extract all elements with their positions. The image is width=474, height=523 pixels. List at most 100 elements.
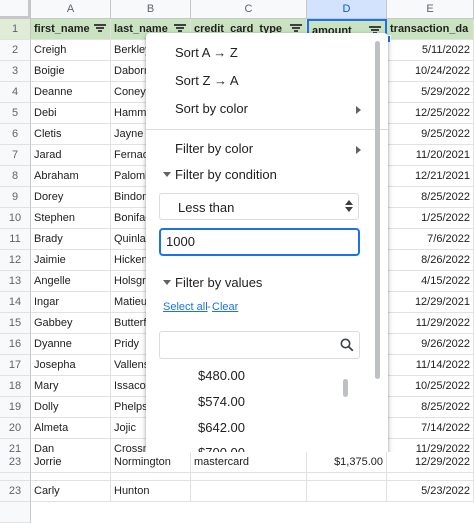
cell-first-name[interactable]: Gabbey bbox=[31, 313, 111, 334]
filter-icon[interactable] bbox=[94, 23, 106, 35]
menu-divider bbox=[146, 129, 388, 130]
cell-transaction-date[interactable]: 5/29/2022 bbox=[387, 82, 474, 103]
value-option[interactable]: $642.00 bbox=[198, 420, 245, 435]
cell-transaction-date[interactable]: 11/29/2022 bbox=[387, 439, 474, 460]
cell-first-name[interactable]: Gare bbox=[31, 460, 111, 481]
row-header[interactable]: 2 bbox=[0, 40, 31, 61]
cell-transaction-date[interactable]: 11/20/2021 bbox=[387, 145, 474, 166]
cell-transaction-date[interactable]: 12/21/2021 bbox=[387, 166, 474, 187]
sort-z-a-item[interactable]: Sort Z → A bbox=[175, 73, 239, 88]
cell-transaction-date[interactable]: 7/14/2022 bbox=[387, 418, 474, 439]
cell-first-name[interactable]: Creigh bbox=[31, 40, 111, 61]
filter-by-color-item[interactable]: Filter by color bbox=[175, 141, 253, 156]
sort-a-z-item[interactable]: Sort A → Z bbox=[175, 45, 238, 60]
cell-first-name[interactable]: Almeta bbox=[31, 418, 111, 439]
clear-link[interactable]: Clear bbox=[212, 301, 238, 313]
condition-value-input[interactable]: 1000 bbox=[159, 228, 360, 256]
row-header[interactable] bbox=[0, 502, 31, 523]
sort-by-color-item[interactable]: Sort by color bbox=[175, 101, 248, 116]
cell-first-name[interactable]: Ingar bbox=[31, 292, 111, 313]
cell-transaction-date[interactable]: 10/25/2022 bbox=[387, 376, 474, 397]
cell-credit-card-type[interactable] bbox=[191, 481, 307, 502]
cell-transaction-date[interactable]: 5/23/2022 bbox=[387, 481, 474, 502]
row-header[interactable]: 13 bbox=[0, 271, 31, 292]
cell-first-name[interactable]: Josepha bbox=[31, 355, 111, 376]
value-option[interactable]: $700.00 bbox=[198, 445, 245, 460]
row-header[interactable]: 20 bbox=[0, 418, 31, 439]
cell-amount[interactable] bbox=[307, 481, 387, 502]
cell-first-name[interactable]: Debi bbox=[31, 103, 111, 124]
row-header[interactable]: 16 bbox=[0, 334, 31, 355]
row-header[interactable]: 4 bbox=[0, 82, 31, 103]
header-cell-first-name[interactable]: first_name bbox=[31, 19, 111, 40]
cell-transaction-date[interactable]: 9/25/2022 bbox=[387, 124, 474, 145]
cell-first-name[interactable]: Dolly bbox=[31, 397, 111, 418]
chevron-right-icon bbox=[356, 106, 361, 114]
select-all-corner[interactable] bbox=[0, 0, 31, 19]
filter-menu: Sort A → Z Sort Z → A Sort by color Filt… bbox=[146, 33, 388, 465]
column-header[interactable]: C bbox=[191, 0, 307, 19]
value-option[interactable]: $480.00 bbox=[198, 368, 245, 383]
row-header[interactable]: 10 bbox=[0, 208, 31, 229]
cell-last-name[interactable]: Hunton bbox=[111, 481, 191, 502]
row-header[interactable]: 8 bbox=[0, 166, 31, 187]
row-header[interactable]: 3 bbox=[0, 61, 31, 82]
cell-transaction-date[interactable]: 9/26/2022 bbox=[387, 334, 474, 355]
column-header[interactable]: D bbox=[307, 0, 387, 19]
row-header[interactable]: 23 bbox=[0, 481, 31, 502]
cell-transaction-date[interactable]: 11/29/2022 bbox=[387, 313, 474, 334]
condition-select[interactable]: Less than bbox=[159, 193, 359, 220]
cell-transaction-date[interactable]: 8/25/2022 bbox=[387, 397, 474, 418]
row-header[interactable]: 18 bbox=[0, 376, 31, 397]
cell-first-name[interactable]: Boigie bbox=[31, 61, 111, 82]
cell-transaction-date[interactable]: 10/25/2022 bbox=[387, 460, 474, 481]
row-header[interactable]: 19 bbox=[0, 397, 31, 418]
row-header[interactable]: 12 bbox=[0, 250, 31, 271]
filter-by-values-toggle[interactable]: Filter by values bbox=[175, 275, 262, 290]
cell-transaction-date[interactable]: 11/14/2022 bbox=[387, 355, 474, 376]
select-all-link[interactable]: Select all bbox=[163, 301, 208, 313]
cell-first-name[interactable]: Jarad bbox=[31, 145, 111, 166]
cell-first-name[interactable]: Angelle bbox=[31, 271, 111, 292]
row-header[interactable]: 17 bbox=[0, 355, 31, 376]
cell-first-name[interactable]: Mary bbox=[31, 376, 111, 397]
column-header[interactable]: A bbox=[31, 0, 111, 19]
cell-first-name[interactable]: Abraham bbox=[31, 166, 111, 187]
row-header[interactable]: 5 bbox=[0, 103, 31, 124]
cell-transaction-date[interactable]: 12/29/2021 bbox=[387, 292, 474, 313]
cell-transaction-date[interactable]: 8/25/2022 bbox=[387, 187, 474, 208]
cell-first-name[interactable]: Jaimie bbox=[31, 250, 111, 271]
cell-first-name[interactable]: Dyanne bbox=[31, 334, 111, 355]
header-cell-transaction-date[interactable]: transaction_da bbox=[387, 19, 474, 40]
cell-first-name[interactable]: Carly bbox=[31, 481, 111, 502]
values-search-input[interactable] bbox=[159, 331, 360, 359]
cell-first-name[interactable]: Dorey bbox=[31, 187, 111, 208]
row-header[interactable]: 9 bbox=[0, 187, 31, 208]
cell-transaction-date[interactable]: 8/26/2022 bbox=[387, 250, 474, 271]
cell-first-name[interactable]: Brady bbox=[31, 229, 111, 250]
row-header[interactable]: 7 bbox=[0, 145, 31, 166]
cell-first-name[interactable]: Cletis bbox=[31, 124, 111, 145]
column-header[interactable]: E bbox=[387, 0, 474, 19]
cell-first-name[interactable]: Deanne bbox=[31, 82, 111, 103]
cell-transaction-date[interactable]: 7/6/2022 bbox=[387, 229, 474, 250]
cell-transaction-date[interactable]: 1/25/2022 bbox=[387, 208, 474, 229]
row-header[interactable]: 23 bbox=[0, 452, 31, 473]
cell-transaction-date[interactable]: 10/24/2022 bbox=[387, 61, 474, 82]
values-scrollbar[interactable] bbox=[343, 379, 348, 397]
cell-first-name[interactable]: Dan bbox=[31, 439, 111, 460]
cell-transaction-date[interactable]: 4/15/2022 bbox=[387, 271, 474, 292]
cell-transaction-date[interactable]: 5/11/2022 bbox=[387, 40, 474, 61]
row-header[interactable]: 11 bbox=[0, 229, 31, 250]
row-header[interactable]: 6 bbox=[0, 124, 31, 145]
cell-first-name[interactable]: Stephen bbox=[31, 208, 111, 229]
row-header[interactable]: 1 bbox=[0, 19, 31, 40]
cell-transaction-date[interactable]: 12/25/2022 bbox=[387, 103, 474, 124]
value-option[interactable]: $574.00 bbox=[198, 394, 245, 409]
filter-by-condition-toggle[interactable]: Filter by condition bbox=[175, 167, 277, 182]
row-header[interactable]: 15 bbox=[0, 313, 31, 334]
menu-scrollbar[interactable] bbox=[375, 41, 380, 379]
column-header[interactable]: B bbox=[111, 0, 191, 19]
condition-select-value: Less than bbox=[178, 200, 235, 215]
row-header[interactable]: 14 bbox=[0, 292, 31, 313]
